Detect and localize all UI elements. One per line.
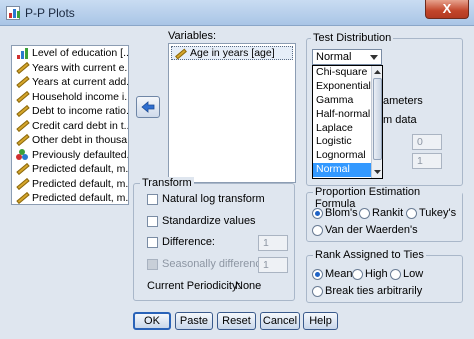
scale-ruler-icon (16, 133, 30, 147)
seasonal-checkbox[interactable] (147, 259, 158, 270)
list-item[interactable]: Years with current e... (12, 61, 128, 76)
estimate-label: m data (383, 114, 417, 126)
periodicity-value: None (235, 280, 262, 292)
periodicity-label: Current Periodicity: (147, 280, 241, 292)
scale-ruler-icon (16, 61, 30, 74)
standardize-label: Standardize values (162, 215, 256, 227)
scroll-down-icon[interactable] (373, 167, 382, 177)
natural-log-label: Natural log transform (162, 193, 265, 205)
paste-button[interactable]: Paste (175, 312, 213, 330)
variables-label: Variables: (168, 30, 217, 42)
list-item[interactable]: Predicted default, m... (12, 191, 128, 206)
scroll-up-icon[interactable] (373, 67, 382, 77)
scroll-thumb[interactable] (373, 78, 382, 160)
list-item[interactable]: Credit card debt in t... (12, 119, 128, 134)
chart-icon (6, 6, 20, 20)
test-distribution-title: Test Distribution (311, 32, 394, 44)
high-label: High (365, 268, 388, 280)
low-label: Low (403, 268, 424, 280)
scale-ruler-icon (16, 75, 30, 89)
difference-field[interactable]: 1 (258, 235, 288, 251)
difference-checkbox[interactable] (147, 237, 158, 248)
rankit-label: Rankit (372, 207, 404, 219)
cancel-button[interactable]: Cancel (260, 312, 300, 330)
van-der-waerden-label: Van der Waerden's (325, 224, 418, 236)
close-button[interactable]: X (425, 0, 469, 19)
help-button[interactable]: Help (303, 312, 338, 330)
list-item[interactable]: Previously defaulted... (12, 148, 128, 163)
tukey-radio[interactable] (406, 208, 417, 219)
list-item[interactable]: Other debt in thousa... (12, 133, 128, 148)
title-bar[interactable]: P-P Plots X (0, 0, 474, 26)
window-title: P-P Plots (25, 6, 75, 20)
move-variable-button[interactable] (136, 96, 160, 118)
popup-scrollbar[interactable] (371, 66, 382, 178)
param-field-2[interactable]: 1 (412, 153, 442, 169)
chevron-down-icon (370, 55, 378, 60)
blom-radio[interactable] (312, 208, 323, 219)
break-ties-label: Break ties arbitrarily (325, 285, 423, 297)
distribution-select[interactable]: Normal (312, 49, 382, 65)
seasonal-label: Seasonally difference: (162, 258, 271, 270)
scale-ruler-icon (16, 191, 30, 205)
scale-ruler-icon (16, 119, 30, 132)
ok-button[interactable]: OK (133, 312, 171, 330)
high-radio[interactable] (352, 269, 363, 280)
arrow-left-icon (141, 101, 155, 113)
blom-label: Blom's (325, 207, 358, 219)
param-field-1[interactable]: 0 (412, 134, 442, 150)
van-der-waerden-radio[interactable] (312, 225, 323, 236)
source-variable-list[interactable]: Level of education [... Years with curren… (11, 45, 129, 205)
selected-variables-list[interactable]: Age in years [age] (168, 43, 296, 183)
parameters-label: ameters (383, 95, 423, 107)
rankit-radio[interactable] (359, 208, 370, 219)
list-item[interactable]: Age in years [age] (171, 46, 293, 60)
list-item[interactable]: Household income i... (12, 90, 128, 105)
list-item[interactable]: Predicted default, m... (12, 177, 128, 192)
ordinal-bars-icon (16, 47, 29, 59)
tukey-label: Tukey's (419, 207, 457, 219)
dialog-body: Level of education [... Years with curren… (0, 26, 474, 339)
ties-title: Rank Assigned to Ties (313, 249, 426, 261)
scale-ruler-icon (16, 90, 30, 103)
distribution-options-popup[interactable]: Chi-square Exponential Gamma Half-normal Lap… (312, 65, 383, 179)
low-radio[interactable] (390, 269, 401, 280)
list-item[interactable]: Years at current add... (12, 75, 128, 90)
close-icon: X (442, 1, 452, 16)
reset-button[interactable]: Reset (217, 312, 256, 330)
seasonal-field[interactable]: 1 (258, 257, 288, 273)
scale-ruler-icon (16, 162, 30, 176)
mean-label: Mean (325, 268, 353, 280)
difference-label: Difference: (162, 236, 215, 248)
break-ties-radio[interactable] (312, 286, 323, 297)
scale-ruler-icon (16, 177, 30, 190)
natural-log-checkbox[interactable] (147, 194, 158, 205)
nominal-balls-icon (16, 148, 29, 161)
list-item[interactable]: Predicted default, m... (12, 162, 128, 177)
transform-title: Transform (140, 177, 194, 189)
scale-ruler-icon (175, 48, 187, 60)
mean-radio[interactable] (312, 269, 323, 280)
scale-ruler-icon (16, 104, 30, 118)
standardize-checkbox[interactable] (147, 216, 158, 227)
list-item[interactable]: Level of education [... (12, 46, 128, 61)
list-item[interactable]: Debt to income ratio... (12, 104, 128, 119)
